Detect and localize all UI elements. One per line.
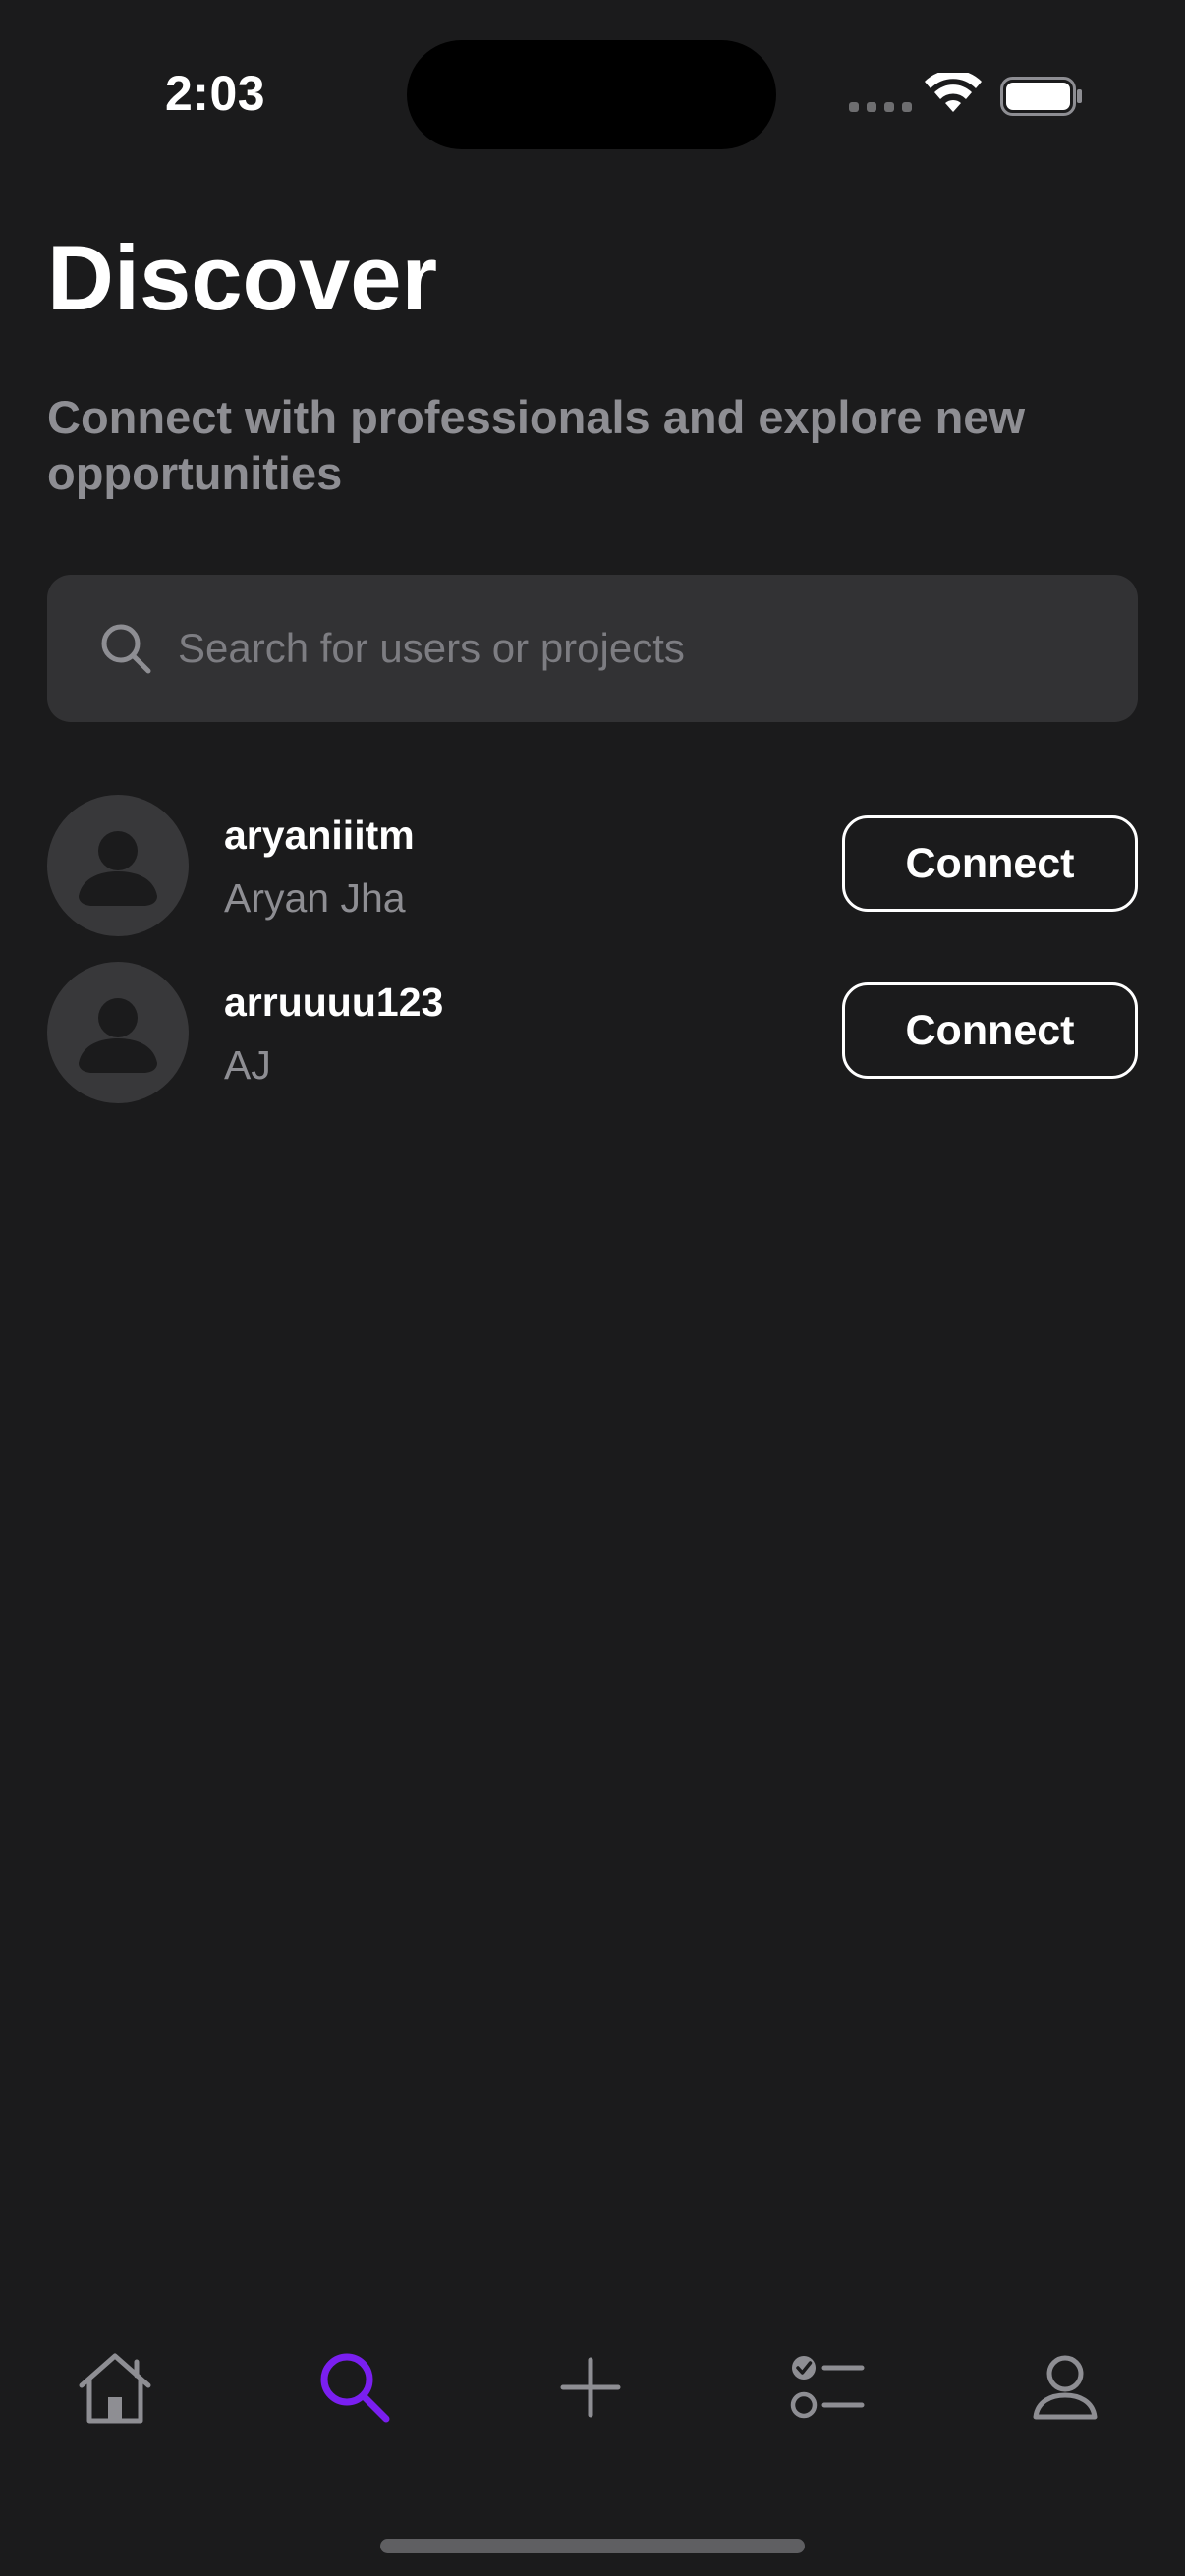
connect-button[interactable]: Connect: [842, 982, 1138, 1079]
cellular-signal-icon: [849, 102, 912, 112]
tab-create[interactable]: [532, 2328, 649, 2446]
checklist-icon: [790, 2356, 865, 2419]
plus-icon: [560, 2357, 621, 2418]
search-icon: [320, 2353, 390, 2423]
search-input[interactable]: [178, 575, 1111, 722]
home-icon: [79, 2353, 151, 2424]
tab-tasks[interactable]: [769, 2328, 887, 2446]
search-icon: [101, 624, 151, 674]
username: arruuuu123: [224, 980, 444, 1025]
avatar[interactable]: [47, 962, 189, 1103]
status-time: 2:03: [165, 66, 266, 121]
battery-icon: [1000, 77, 1082, 116]
full-name: Aryan Jha: [224, 875, 406, 921]
wifi-icon: [925, 73, 982, 112]
profile-icon: [1033, 2355, 1098, 2420]
tab-bar: [0, 2328, 1185, 2446]
tab-profile[interactable]: [1006, 2328, 1124, 2446]
connect-button[interactable]: Connect: [842, 815, 1138, 912]
person-icon: [79, 831, 157, 906]
list-item[interactable]: arruuuu123 AJ Connect: [47, 962, 1138, 1105]
person-icon: [79, 998, 157, 1073]
page-subtitle: Connect with professionals and explore n…: [47, 391, 1026, 499]
username: aryaniiitm: [224, 812, 415, 858]
page-title: Discover: [47, 226, 438, 329]
search-bar[interactable]: [47, 575, 1138, 722]
dynamic-island: [407, 40, 776, 149]
tab-search[interactable]: [296, 2328, 414, 2446]
tab-home[interactable]: [56, 2328, 174, 2446]
full-name: AJ: [224, 1042, 271, 1088]
home-indicator[interactable]: [380, 2539, 805, 2553]
list-item[interactable]: aryaniiitm Aryan Jha Connect: [47, 795, 1138, 938]
avatar[interactable]: [47, 795, 189, 936]
